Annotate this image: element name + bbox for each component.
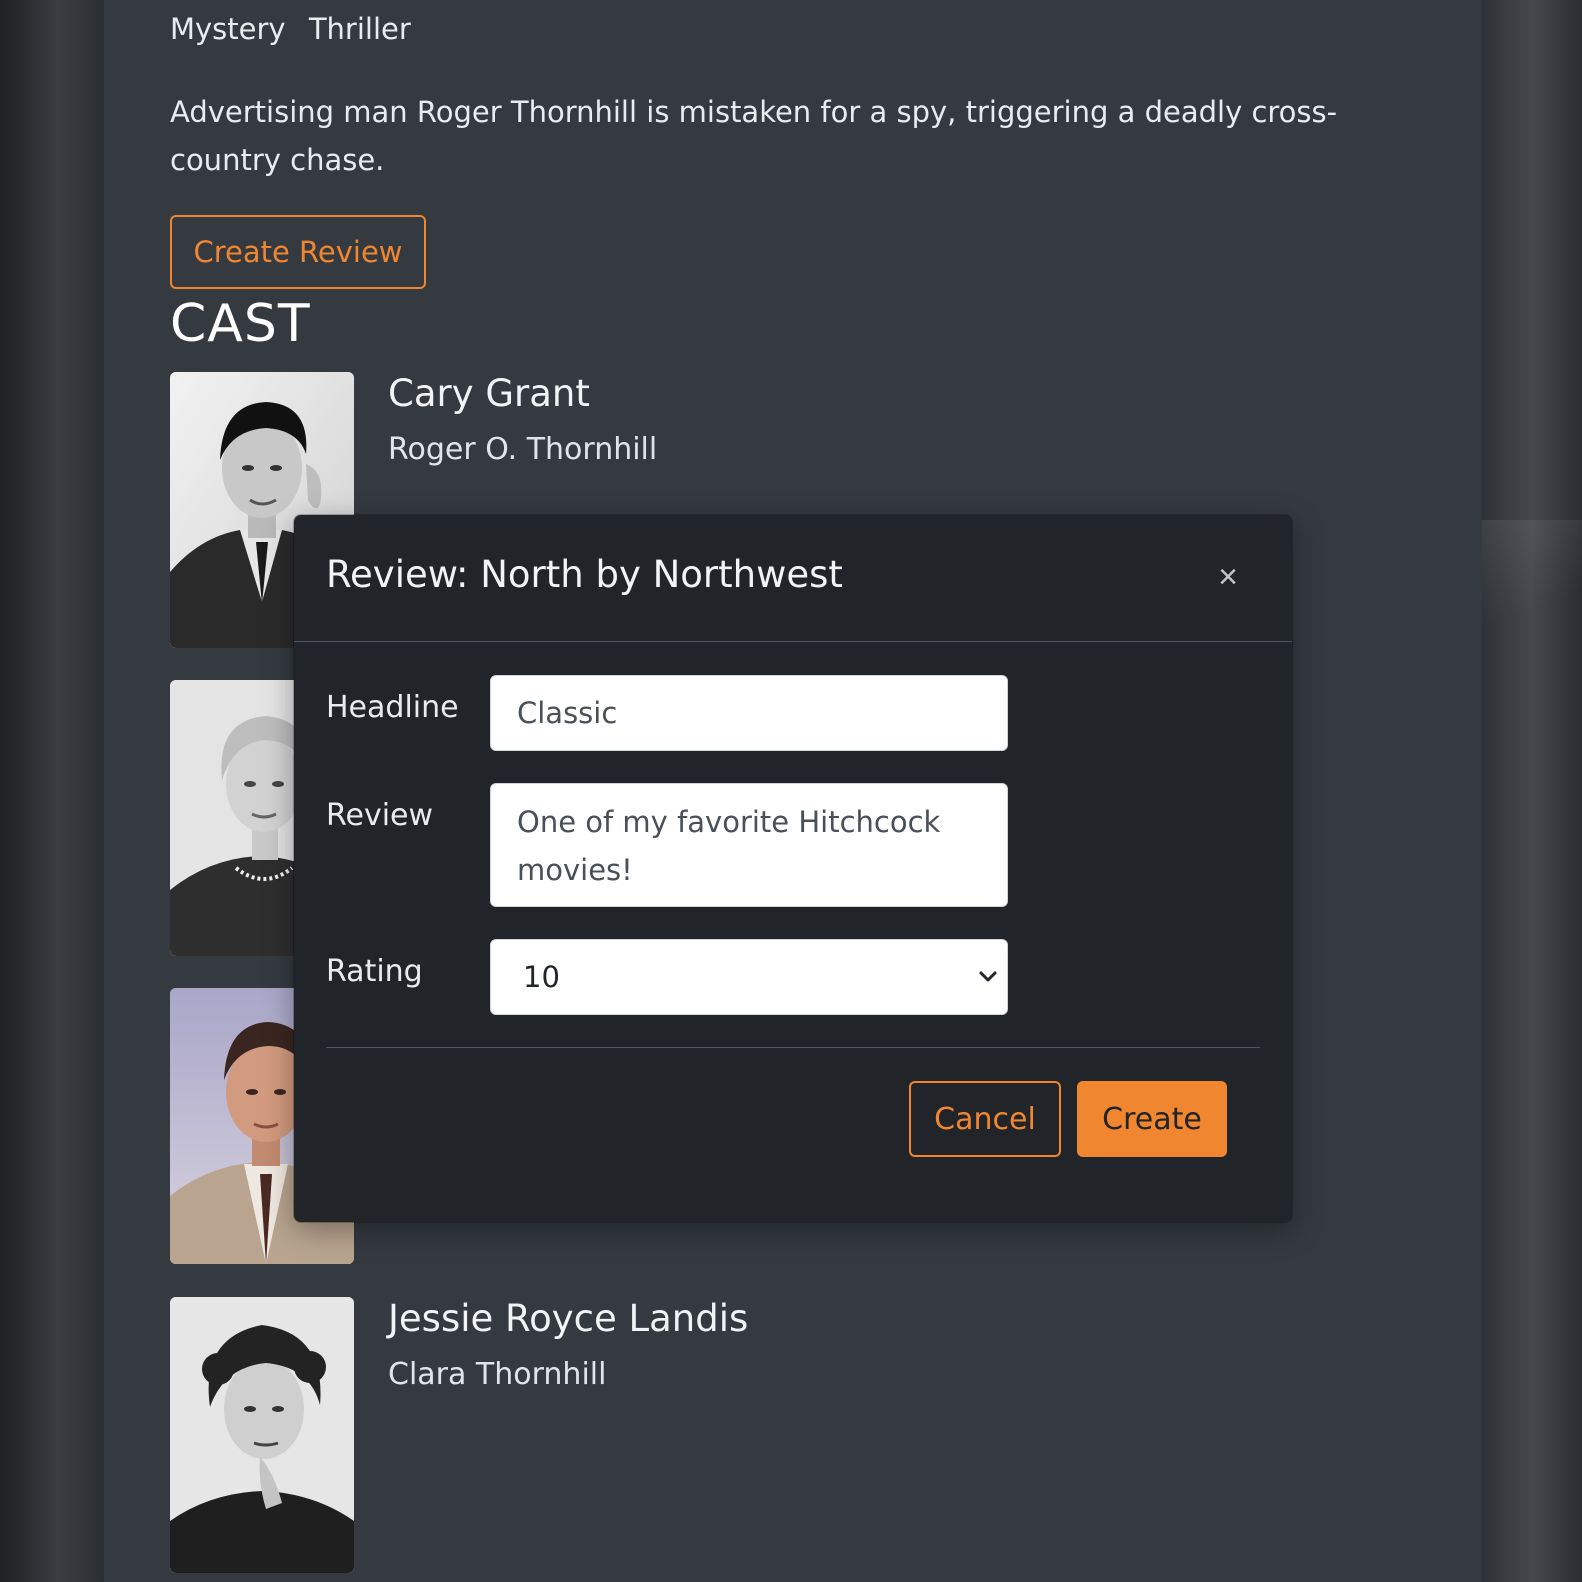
cast-name: Jessie Royce Landis [388,1297,749,1340]
cast-heading: CAST [170,294,311,354]
background-right [1482,0,1582,1582]
modal-footer-divider [326,1047,1260,1048]
headline-label: Headline [326,690,459,725]
cancel-button[interactable]: Cancel [909,1081,1061,1157]
rating-select[interactable]: 10 [490,939,1008,1015]
cast-role: Clara Thornhill [388,1357,607,1392]
chevron-down-icon [979,971,997,982]
review-modal: Review: North by Northwest × Headline Cl… [294,515,1292,1222]
cast-role: Roger O. Thornhill [388,432,658,467]
cast-item: Jessie Royce Landis Clara Thornhill [170,1297,1370,1573]
movie-synopsis: Advertising man Roger Thornhill is mista… [170,95,1338,177]
cast-name: Cary Grant [388,372,590,415]
review-label: Review [326,798,434,833]
modal-header: Review: North by Northwest × [294,515,1292,642]
background-left [0,0,104,1582]
genre-list: Mystery Thriller [170,12,425,46]
cast-photo [170,1297,354,1573]
genre-tag: Mystery [170,12,286,46]
rating-label: Rating [326,954,423,989]
review-textarea[interactable]: One of my favorite Hitchcock movies! [490,783,1008,907]
headline-input[interactable]: Classic [490,675,1008,751]
genre-tag: Thriller [308,12,411,46]
create-review-button[interactable]: Create Review [170,215,426,289]
create-button[interactable]: Create [1077,1081,1227,1157]
rating-selected-value: 10 [523,960,560,994]
close-icon[interactable]: × [1204,553,1252,601]
modal-title: Review: North by Northwest [326,553,843,596]
